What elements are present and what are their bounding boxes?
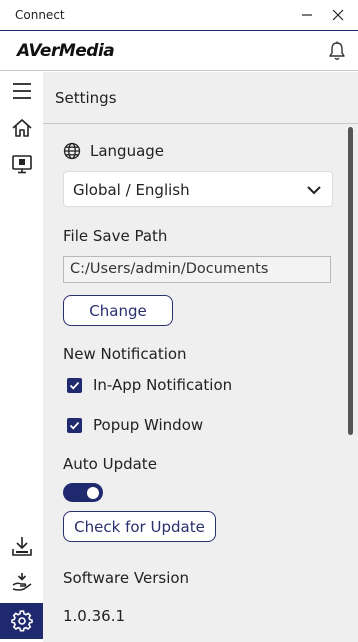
auto-update-toggle[interactable] — [63, 483, 103, 502]
bell-icon — [329, 41, 345, 60]
title-divider — [43, 123, 358, 124]
change-path-button[interactable]: Change — [63, 295, 173, 326]
brand-logo: AVerMedia — [17, 41, 115, 61]
popup-window-checkbox[interactable] — [67, 417, 82, 433]
language-select[interactable]: Global / English — [63, 171, 333, 207]
language-selected-value: Global / English — [73, 181, 190, 199]
popup-window-label: Popup Window — [93, 416, 204, 434]
close-button[interactable] — [327, 4, 349, 26]
settings-panel: Settings Language Global / English File … — [43, 72, 358, 642]
download-icon — [11, 537, 32, 556]
file-save-path-field: C:/Users/admin/Documents — [63, 256, 331, 283]
check-for-update-button[interactable]: Check for Update — [63, 511, 216, 542]
app-header: AVerMedia — [0, 31, 358, 71]
software-version-label: Software Version — [63, 569, 190, 587]
scrollbar[interactable] — [348, 127, 353, 435]
minimize-button[interactable] — [296, 4, 318, 26]
page-title: Settings — [55, 89, 117, 107]
checkmark-icon — [69, 381, 80, 390]
checkmark-icon — [69, 421, 80, 430]
sidebar-menu-button[interactable] — [0, 73, 43, 109]
sidebar-item-download[interactable] — [0, 528, 43, 564]
minimize-icon — [302, 14, 312, 16]
sidebar — [0, 72, 43, 642]
chevron-down-icon — [307, 186, 321, 195]
home-icon — [11, 119, 32, 137]
language-row: Language — [63, 142, 164, 160]
software-version-value: 1.0.36.1 — [63, 607, 126, 625]
close-icon — [332, 9, 344, 21]
in-app-notification-label: In-App Notification — [93, 376, 233, 394]
new-notification-label: New Notification — [63, 345, 187, 363]
in-app-notification-option[interactable]: In-App Notification — [67, 376, 232, 394]
file-save-path-label: File Save Path — [63, 227, 168, 245]
toggle-knob — [87, 486, 99, 499]
globe-icon — [63, 142, 81, 160]
notification-button[interactable] — [326, 40, 348, 62]
app-window: Connect AVerMedia Settings Language Glob… — [0, 0, 358, 642]
sidebar-item-settings[interactable] — [0, 603, 43, 639]
window-title: Connect — [15, 8, 65, 22]
auto-update-label: Auto Update — [63, 455, 157, 473]
hand-support-icon — [12, 573, 31, 591]
sidebar-item-support[interactable] — [0, 564, 43, 600]
gear-icon — [10, 610, 33, 632]
sidebar-item-home[interactable] — [0, 110, 43, 146]
menu-icon — [12, 83, 31, 99]
title-bar: Connect — [0, 0, 358, 30]
sidebar-item-devices[interactable] — [0, 146, 43, 182]
in-app-notification-checkbox[interactable] — [67, 377, 82, 393]
language-label: Language — [90, 142, 165, 160]
popup-window-option[interactable]: Popup Window — [67, 416, 203, 434]
monitor-icon — [11, 155, 32, 174]
